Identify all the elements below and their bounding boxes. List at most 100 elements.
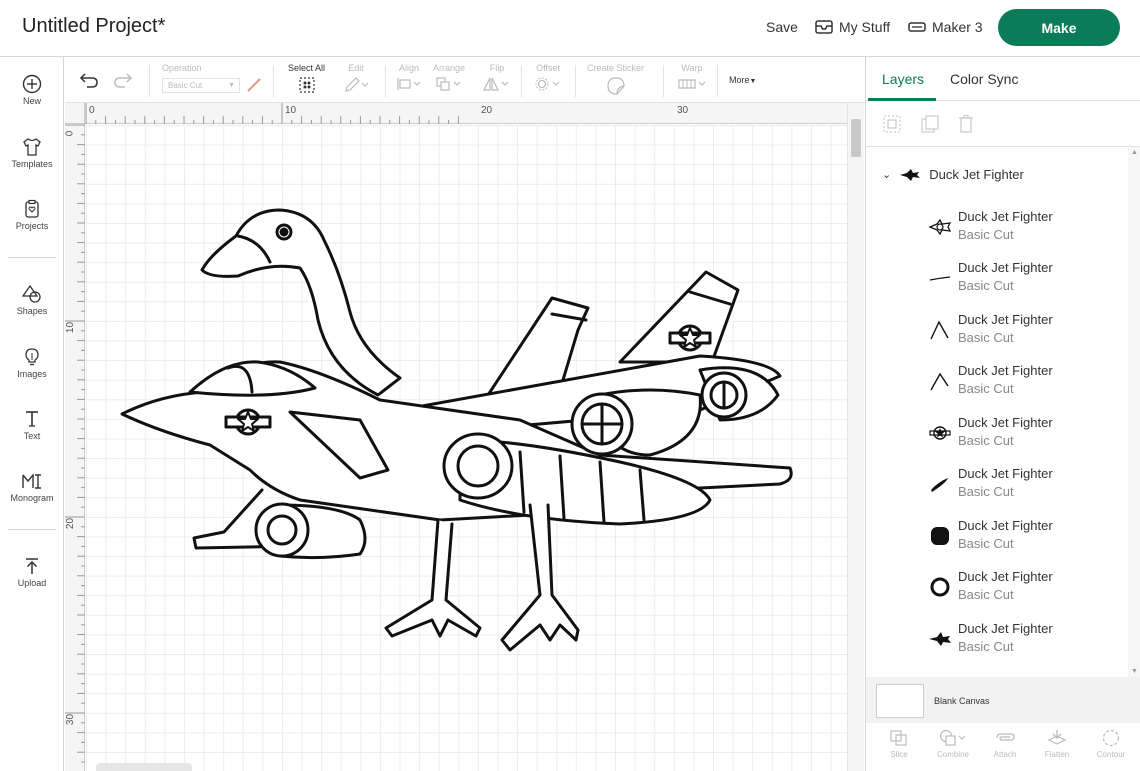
- ruler-label: 0: [64, 130, 76, 137]
- layer-name: Duck Jet Fighter: [958, 209, 1053, 224]
- monogram-icon: [22, 473, 41, 489]
- ruler-ticks: [65, 124, 85, 763]
- machine-icon: [908, 22, 926, 32]
- sidebar-label: Shapes: [16, 306, 48, 316]
- redo-icon[interactable]: [113, 72, 133, 88]
- sidebar-label: New: [22, 96, 41, 106]
- flatten-label: Flatten: [1044, 750, 1070, 759]
- sidebar-item-shapes[interactable]: Shapes: [0, 284, 64, 316]
- sidebar-item-projects[interactable]: Projects: [0, 199, 64, 231]
- star-badge-icon: [926, 421, 954, 445]
- ruler-label: 30: [677, 105, 689, 116]
- ruler-label: 20: [481, 105, 493, 116]
- app-header: Untitled Project* Save My Stuff Maker 3 …: [0, 0, 1140, 57]
- arrange-button[interactable]: Arrange: [433, 63, 465, 93]
- sidebar-item-templates[interactable]: Templates: [0, 137, 64, 169]
- layer-operation: Basic Cut: [958, 330, 1014, 345]
- tab-color-sync[interactable]: Color Sync: [950, 71, 1018, 87]
- combine-icon: [939, 729, 966, 746]
- scroll-up-icon[interactable]: ▲: [1131, 149, 1138, 156]
- contour-button[interactable]: Contour: [1086, 729, 1136, 759]
- sidebar-item-new[interactable]: New: [0, 74, 64, 106]
- canvas-vertical-scrollbar[interactable]: [847, 103, 864, 771]
- layer-item[interactable]: Duck Jet Fighter Basic Cut: [926, 207, 1126, 247]
- tab-layers[interactable]: Layers: [882, 71, 924, 87]
- select-all-icon: [298, 77, 315, 93]
- line-icon: [926, 266, 954, 290]
- make-button[interactable]: Make: [998, 9, 1120, 46]
- slice-button[interactable]: Slice: [874, 729, 924, 759]
- contour-icon: [1102, 729, 1120, 747]
- slash-icon: [926, 472, 954, 496]
- toolbar-divider: [273, 65, 274, 97]
- layer-item[interactable]: Duck Jet Fighter Basic Cut: [926, 567, 1126, 607]
- trash-icon[interactable]: [956, 114, 976, 134]
- edit-label: Edit: [348, 63, 364, 73]
- blank-canvas-row[interactable]: Blank Canvas: [866, 677, 1140, 723]
- toolbar-divider: [575, 65, 576, 97]
- combine-button[interactable]: Combine: [928, 729, 978, 759]
- canvas-swatch[interactable]: [876, 684, 924, 718]
- chevron-down-icon[interactable]: ⌄: [882, 168, 891, 181]
- select-all-button[interactable]: Select All: [288, 63, 325, 95]
- align-button[interactable]: Align: [396, 63, 422, 93]
- layer-name: Duck Jet Fighter: [958, 415, 1053, 430]
- scrollbar-thumb[interactable]: [851, 119, 861, 157]
- flatten-button[interactable]: Flatten: [1032, 729, 1082, 759]
- sidebar-label: Upload: [17, 578, 47, 588]
- layers-panel: Layers Color Sync ⌄ Duck Jet Fighter Duc…: [865, 57, 1140, 771]
- pen-color-icon[interactable]: [246, 77, 262, 93]
- more-button[interactable]: More▼: [729, 75, 756, 85]
- edit-button[interactable]: Edit: [343, 63, 369, 95]
- canvas-horizontal-scrollbar[interactable]: [96, 763, 192, 771]
- project-title[interactable]: Untitled Project*: [22, 15, 165, 38]
- slice-label: Slice: [890, 750, 908, 759]
- layer-item[interactable]: Duck Jet Fighter Basic Cut: [926, 516, 1126, 556]
- layer-item[interactable]: Duck Jet Fighter Basic Cut: [926, 413, 1126, 453]
- layer-item[interactable]: Duck Jet Fighter Basic Cut: [926, 310, 1126, 350]
- save-button[interactable]: Save: [766, 19, 798, 35]
- offset-button[interactable]: Offset: [534, 63, 562, 93]
- layer-item[interactable]: Duck Jet Fighter Basic Cut: [926, 619, 1126, 659]
- duck-jet-fighter-image[interactable]: [86, 125, 847, 771]
- attach-button[interactable]: Attach: [980, 729, 1030, 759]
- sidebar-label: Images: [17, 369, 47, 379]
- operation-select[interactable]: Basic Cut ▼: [162, 77, 240, 93]
- edit-toolbar: Operation Basic Cut ▼ Select All Edit Al…: [65, 57, 865, 103]
- warp-button[interactable]: Warp: [677, 63, 707, 93]
- sidebar-item-monogram[interactable]: Monogram: [0, 471, 64, 503]
- design-canvas[interactable]: [86, 125, 847, 771]
- create-sticker-button[interactable]: Create Sticker: [587, 63, 644, 97]
- layer-group-name: Duck Jet Fighter: [929, 167, 1024, 182]
- duplicate-icon[interactable]: [920, 114, 940, 134]
- layer-item[interactable]: Duck Jet Fighter Basic Cut: [926, 258, 1126, 298]
- toolbar-divider: [717, 65, 718, 97]
- sidebar-item-text[interactable]: Text: [0, 409, 64, 441]
- arrange-icon: [436, 77, 461, 91]
- my-stuff-button[interactable]: My Stuff: [815, 19, 890, 35]
- sidebar-item-images[interactable]: Images: [0, 347, 64, 379]
- save-label: Save: [766, 19, 798, 35]
- layer-group-row[interactable]: ⌄ Duck Jet Fighter: [882, 167, 1024, 182]
- operation-label: Operation: [162, 63, 202, 73]
- layer-item[interactable]: Duck Jet Fighter Basic Cut: [926, 464, 1126, 504]
- sidebar-label: Monogram: [10, 493, 54, 503]
- flip-label: Flip: [489, 63, 505, 73]
- scroll-down-icon[interactable]: ▼: [1131, 668, 1138, 675]
- machine-selector[interactable]: Maker 3: [908, 19, 983, 35]
- caret-icon: [926, 369, 954, 393]
- layer-operation: Basic Cut: [958, 381, 1014, 396]
- inbox-icon: [815, 20, 833, 34]
- layer-item[interactable]: Duck Jet Fighter Basic Cut: [926, 361, 1126, 401]
- layers-scrollbar[interactable]: ▲ ▼: [1128, 147, 1140, 677]
- jet-silhouette-icon: [926, 627, 954, 651]
- group-icon[interactable]: [882, 114, 902, 134]
- sidebar-divider: [8, 529, 56, 530]
- sidebar-item-upload[interactable]: Upload: [0, 556, 64, 588]
- flip-button[interactable]: Flip: [483, 63, 511, 93]
- sidebar-label: Projects: [15, 221, 49, 231]
- undo-icon[interactable]: [79, 72, 99, 88]
- align-label: Align: [398, 63, 419, 73]
- more-label: More: [729, 75, 750, 85]
- ruler-ticks: [85, 103, 459, 124]
